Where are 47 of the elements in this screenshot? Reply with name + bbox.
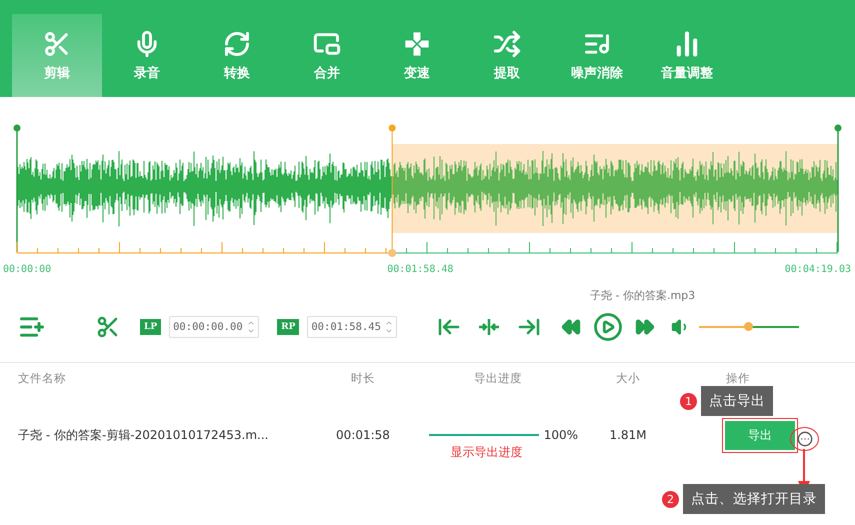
start-time-field[interactable]: 00:00:00.00 <box>169 316 260 338</box>
tool-tab[interactable]: 噪声消除 <box>552 14 642 97</box>
fast-forward-icon[interactable] <box>635 317 656 337</box>
start-time: 00:00:00 <box>3 264 52 275</box>
file-size: 1.81M <box>609 428 647 442</box>
duration: 00:01:58 <box>336 428 390 442</box>
track-title: 子尧 - 你的答案.mp3 <box>590 288 696 303</box>
column-header: 时长 <box>351 370 375 386</box>
progress-percent: 100% <box>544 428 578 442</box>
step-number: 1 <box>680 392 697 410</box>
rewind-icon[interactable] <box>561 317 582 337</box>
lp-label: LP <box>140 319 162 335</box>
tool-tab[interactable]: 转换 <box>192 14 282 97</box>
callout-label: 点击、选择打开目录 <box>683 484 825 514</box>
callout-label: 点击导出 <box>701 386 773 416</box>
refresh-icon <box>223 30 251 58</box>
end-time: 00:04:19.03 <box>784 264 851 275</box>
rp-label: RP <box>277 319 300 335</box>
column-header: 操作 <box>726 370 750 386</box>
playhead-marker[interactable] <box>388 124 396 257</box>
tool-tab[interactable]: 音量调整 <box>642 14 732 97</box>
tool-tab[interactable]: 合并 <box>282 14 372 97</box>
progress-note: 显示导出进度 <box>450 444 523 461</box>
play-icon[interactable] <box>593 312 624 342</box>
scissors-icon <box>43 30 71 58</box>
shuffle-icon <box>493 30 521 58</box>
tool-tab[interactable]: 录音 <box>102 14 192 97</box>
column-header: 大小 <box>616 370 640 386</box>
file-name: 子尧 - 你的答案-剪辑-20201010172453.m... <box>18 426 268 444</box>
end-time-field[interactable]: 00:01:58.45 <box>307 316 398 338</box>
start-marker[interactable] <box>14 124 20 252</box>
export-button[interactable]: 导出 <box>725 420 795 450</box>
tool-tab[interactable]: 剪辑 <box>12 14 102 97</box>
dpad-icon <box>403 30 431 58</box>
scissors-icon[interactable] <box>96 315 120 339</box>
tool-tab[interactable]: 变速 <box>372 14 462 97</box>
decrement-icon[interactable] <box>385 327 394 335</box>
decrement-icon[interactable] <box>247 327 256 335</box>
column-header: 导出进度 <box>474 370 522 386</box>
column-header: 文件名称 <box>18 370 66 386</box>
increment-icon[interactable] <box>385 319 394 327</box>
increment-icon[interactable] <box>247 319 256 327</box>
more-icon[interactable] <box>796 431 812 447</box>
tool-tab[interactable]: 提取 <box>462 14 552 97</box>
playhead-time: 00:01:58.48 <box>387 264 454 275</box>
step-number: 2 <box>662 490 679 508</box>
end-marker[interactable] <box>834 124 842 252</box>
